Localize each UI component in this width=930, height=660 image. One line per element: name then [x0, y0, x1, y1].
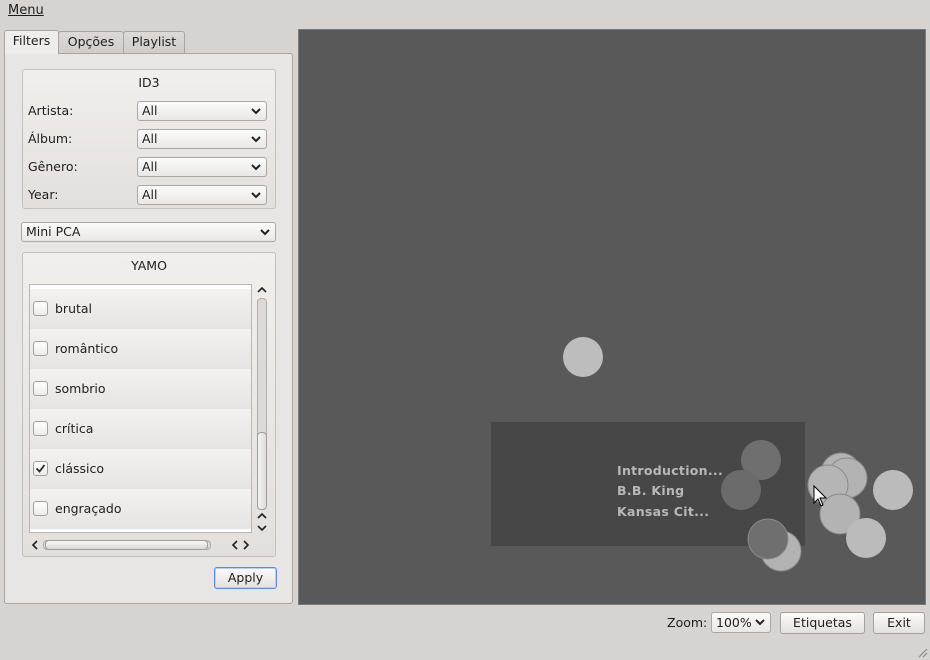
- resize-grip-icon[interactable]: [916, 646, 928, 658]
- tooltip-text: Introduction... B.B. King Kansas Cit...: [617, 463, 797, 533]
- tab-playlist-label: Playlist: [131, 34, 177, 49]
- id3-title: ID3: [138, 75, 160, 90]
- artista-value: All: [142, 103, 158, 118]
- etiquetas-button[interactable]: Etiquetas: [780, 612, 865, 634]
- menu-bar: Menu: [0, 0, 930, 22]
- chevron-up-icon[interactable]: [256, 284, 268, 296]
- sombrio-checkbox[interactable]: [33, 381, 48, 396]
- menu-label: Menu: [8, 3, 44, 18]
- track-point: [563, 337, 603, 377]
- classico-checkbox[interactable]: [33, 461, 48, 476]
- critica-checkbox[interactable]: [33, 421, 48, 436]
- chevron-down-icon: [251, 108, 261, 115]
- list-item[interactable]: romântico: [30, 329, 251, 370]
- etiquetas-label: Etiquetas: [793, 615, 852, 630]
- list-item-label: romântico: [55, 341, 119, 356]
- year-value: All: [142, 187, 158, 202]
- chevron-left-icon[interactable]: [29, 539, 41, 551]
- artista-select[interactable]: All: [137, 101, 267, 121]
- chevron-down-icon[interactable]: [256, 522, 268, 534]
- list-item[interactable]: clássico: [30, 449, 251, 490]
- apply-button[interactable]: Apply: [214, 567, 277, 589]
- scatter-plot: [491, 337, 913, 572]
- album-label: Álbum:: [28, 131, 73, 146]
- chevron-down-icon: [251, 164, 261, 171]
- mode-select[interactable]: Mini PCA: [21, 222, 276, 242]
- tab-opcoes-label: Opções: [67, 34, 115, 49]
- chevron-down-icon: [260, 229, 270, 236]
- yamo-tag-list[interactable]: brutal romântico sombrio crítica clássic…: [29, 284, 252, 533]
- brutal-checkbox[interactable]: [33, 301, 48, 316]
- check-icon: [35, 464, 46, 473]
- list-item-label: brutal: [55, 301, 93, 316]
- yamo-title: YAMO: [131, 258, 167, 273]
- tooltip-title: Introduction...: [617, 463, 724, 478]
- list-item-label: sombrio: [55, 381, 106, 396]
- year-select[interactable]: All: [137, 185, 267, 205]
- engracado-checkbox[interactable]: [33, 501, 48, 516]
- genero-select[interactable]: All: [137, 157, 267, 177]
- tab-playlist[interactable]: Playlist: [123, 31, 185, 53]
- zoom-select[interactable]: 100%: [711, 612, 771, 633]
- list-item-label: crítica: [55, 421, 94, 436]
- mode-value: Mini PCA: [26, 224, 81, 239]
- list-item[interactable]: sombrio: [30, 369, 251, 410]
- horizontal-scrollbar[interactable]: [29, 538, 253, 552]
- album-select[interactable]: All: [137, 129, 267, 149]
- scroll-thumb[interactable]: [257, 432, 267, 510]
- chevron-right-icon[interactable]: [240, 539, 252, 551]
- chevron-up-icon[interactable]: [256, 510, 268, 522]
- list-item[interactable]: brutal: [30, 289, 251, 330]
- visualization-canvas[interactable]: Introduction... B.B. King Kansas Cit...: [298, 29, 926, 605]
- chevron-down-icon: [251, 192, 261, 199]
- tab-filters[interactable]: Filters: [4, 30, 59, 54]
- list-item[interactable]: engraçado: [30, 489, 251, 530]
- list-item-label: clássico: [55, 461, 105, 476]
- track-point: [873, 470, 913, 510]
- list-item-label: engraçado: [55, 501, 122, 516]
- album-value: All: [142, 131, 158, 146]
- list-item[interactable]: crítica: [30, 409, 251, 450]
- chevron-down-icon: [251, 136, 261, 143]
- tooltip-artist: B.B. King: [617, 483, 685, 498]
- scroll-thumb[interactable]: [45, 540, 208, 550]
- year-label: Year:: [28, 187, 59, 202]
- exit-label: Exit: [887, 615, 911, 630]
- tab-filters-label: Filters: [12, 33, 51, 48]
- vertical-scrollbar[interactable]: [255, 284, 269, 536]
- genero-label: Gênero:: [28, 159, 78, 174]
- track-point: [846, 518, 886, 558]
- menu-button[interactable]: Menu: [8, 3, 44, 18]
- tab-opcoes[interactable]: Opções: [58, 31, 124, 53]
- genero-value: All: [142, 159, 158, 174]
- zoom-label: Zoom:: [667, 615, 708, 630]
- exit-button[interactable]: Exit: [873, 612, 925, 634]
- artista-label: Artista:: [28, 103, 74, 118]
- zoom-value: 100%: [716, 615, 752, 630]
- apply-label: Apply: [227, 570, 264, 585]
- chevron-down-icon: [755, 619, 765, 626]
- romantico-checkbox[interactable]: [33, 341, 48, 356]
- tooltip-album: Kansas Cit...: [617, 504, 710, 519]
